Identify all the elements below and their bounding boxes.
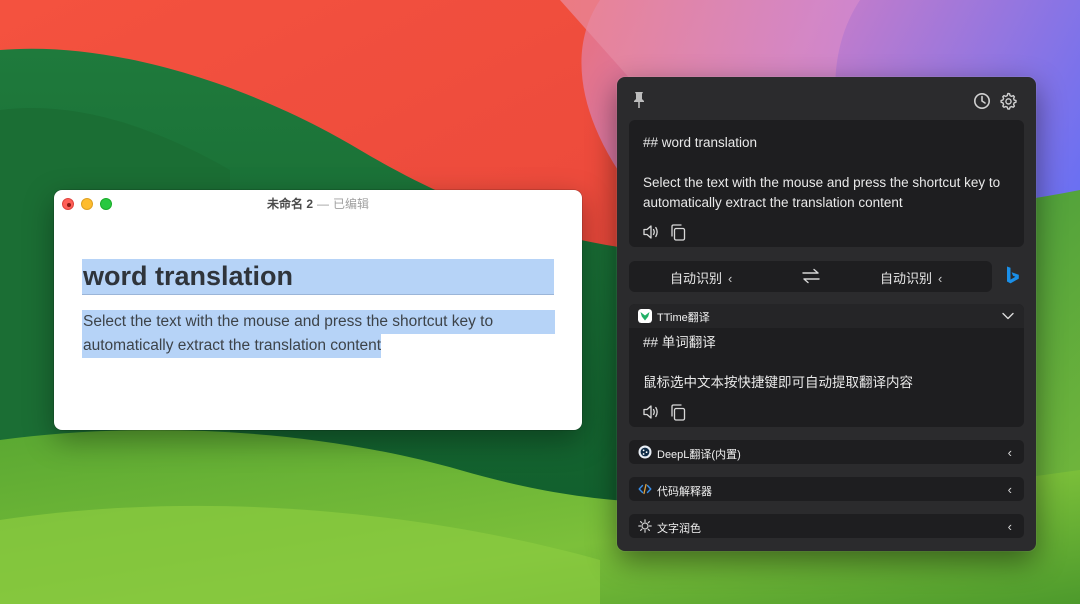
history-icon[interactable]	[973, 92, 991, 110]
source-text-card[interactable]: ## word translation Select the text with…	[629, 120, 1024, 247]
text-polish-row[interactable]: 文字润色 ‹	[629, 514, 1024, 538]
chevron-left-icon[interactable]: ‹	[1008, 445, 1012, 460]
chevron-left-icon: ‹	[728, 271, 733, 286]
chevron-left-icon[interactable]: ‹	[1008, 519, 1012, 534]
source-text-line[interactable]: Select the text with the mouse and press…	[643, 173, 1010, 213]
copy-icon[interactable]	[670, 224, 686, 241]
paragraph-line[interactable]: automatically extract the translation co…	[82, 334, 382, 358]
swap-languages-icon[interactable]	[801, 267, 821, 285]
document-content[interactable]: word translation Select the text with th…	[82, 259, 555, 358]
service-header[interactable]: TTime翻译	[629, 304, 1024, 328]
window-titlebar[interactable]: 未命名 2 — 已编辑	[54, 190, 582, 216]
document-heading[interactable]: word translation	[82, 259, 554, 295]
translated-text-line[interactable]: ## 单词翻译	[643, 333, 1010, 353]
title-separator: —	[317, 197, 329, 211]
chevron-down-icon[interactable]	[1002, 311, 1014, 321]
speaker-icon[interactable]	[642, 224, 660, 240]
language-bar: 自动识别 ‹ 自动识别 ‹	[629, 261, 992, 292]
paragraph-line[interactable]: Select the text with the mouse and press…	[82, 310, 555, 334]
source-language-select[interactable]: 自动识别 ‹	[670, 268, 732, 287]
service-name: DeepL翻译(内置)	[657, 449, 741, 461]
gear-icon[interactable]	[999, 92, 1017, 110]
bing-icon[interactable]	[1006, 266, 1020, 286]
code-icon	[638, 483, 652, 495]
translator-panel: ## word translation Select the text with…	[617, 77, 1036, 551]
chevron-left-icon: ‹	[938, 271, 943, 286]
document-name: 未命名 2	[266, 197, 313, 211]
target-language-select[interactable]: 自动识别 ‹	[880, 268, 942, 287]
edited-status: 已编辑	[333, 197, 370, 211]
chevron-left-icon[interactable]: ‹	[1008, 482, 1012, 497]
ttime-result-card[interactable]: TTime翻译 ## 单词翻译 鼠标选中文本按快捷键即可自动提取翻译内容	[629, 304, 1024, 427]
translated-text-line[interactable]: 鼠标选中文本按快捷键即可自动提取翻译内容	[643, 373, 1010, 393]
ttime-logo-icon	[638, 309, 652, 323]
pin-icon[interactable]	[631, 91, 647, 109]
sparkle-icon	[638, 519, 652, 533]
target-language-label: 自动识别	[880, 271, 933, 286]
deepl-service-row[interactable]: DeepL翻译(内置) ‹	[629, 440, 1024, 464]
window-title: 未命名 2 — 已编辑	[54, 195, 582, 212]
copy-icon[interactable]	[670, 404, 686, 421]
document-paragraph[interactable]: Select the text with the mouse and press…	[82, 310, 555, 358]
speaker-icon[interactable]	[642, 404, 660, 420]
code-interpreter-row[interactable]: 代码解释器 ‹	[629, 477, 1024, 501]
service-name: 代码解释器	[657, 486, 712, 498]
deepl-logo-icon	[638, 445, 652, 459]
source-language-label: 自动识别	[670, 271, 723, 286]
text-editor-window: 未命名 2 — 已编辑 word translation Select the te…	[54, 190, 582, 430]
service-name: 文字润色	[657, 523, 701, 535]
source-text-line[interactable]: ## word translation	[643, 133, 1010, 153]
service-name: TTime翻译	[657, 312, 710, 324]
